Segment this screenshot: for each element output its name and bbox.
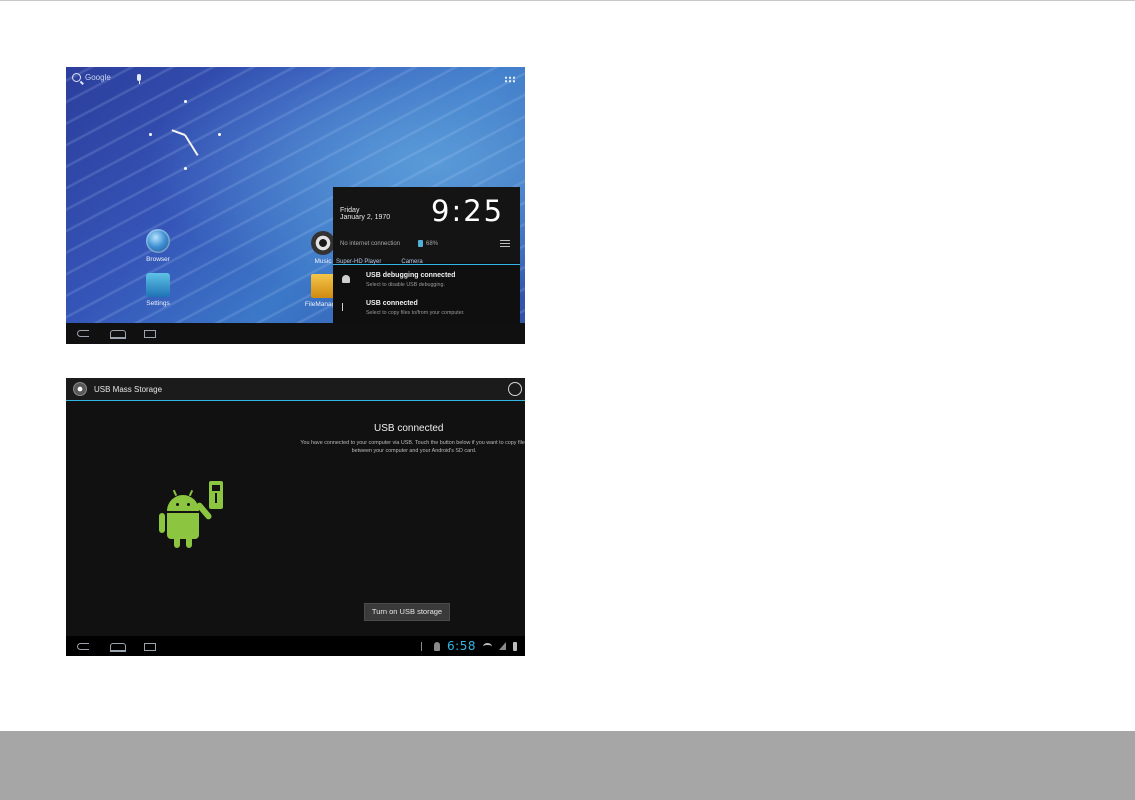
progress-spinner-icon [508,382,522,396]
android-arm [159,513,165,533]
android-debug-icon [434,641,441,651]
notification-subtitle: Select to disable USB debugging. [366,282,445,288]
android-eye [187,503,190,506]
quick-settings-icon[interactable] [500,239,510,248]
analog-clock-widget [149,100,221,172]
notification-time: 9:25 [431,194,505,228]
android-head [167,489,199,511]
notification-date: January 2, 1970 [340,214,391,221]
settings-sliders-icon [146,273,170,297]
recent-apps-icon[interactable] [144,330,156,338]
app-label: Browser [146,256,170,263]
home-screen-screenshot: Google Browser Settings Music FileManage… [66,67,525,344]
app-drawer-icon[interactable] [504,76,515,83]
action-bar: USB Mass Storage [66,378,525,401]
network-status: No internet connection [340,241,401,247]
home-icon[interactable] [109,330,126,339]
recent-apps-icon[interactable] [144,643,156,651]
android-leg [186,538,192,548]
wifi-icon [483,642,492,650]
top-rule [0,0,1135,1]
clock-tick [218,133,221,136]
back-icon[interactable] [77,330,89,337]
notification-header: Friday January 2, 1970 9:25 No internet … [333,187,520,262]
app-browser[interactable]: Browser [133,229,183,263]
partially-hidden-app-labels: Super-HD Player Camera [336,259,423,265]
android-debug-icon [342,275,350,283]
speaker-icon [311,231,335,255]
usb-plug-icon [209,481,223,509]
notification-panel: Friday January 2, 1970 9:25 No internet … [333,187,520,323]
clock-tick [184,167,187,170]
android-eye [176,503,179,506]
battery-level: 68% [426,240,439,247]
globe-icon [146,229,170,253]
usb-icon [421,641,427,651]
usb-connected-heading: USB connected [374,423,444,434]
notification-subtitle: Select to copy files to/from your comput… [366,310,465,316]
status-clock: 6:58 [447,639,476,653]
turn-on-usb-storage-button[interactable]: Turn on USB storage [364,603,450,621]
notification-day: Friday [340,207,360,214]
clock-tick [149,133,152,136]
app-label-super-hd-player: Super-HD Player [336,259,382,265]
battery-icon [418,240,423,247]
home-icon[interactable] [109,643,126,652]
signal-icon [499,642,506,650]
app-label-camera: Camera [401,259,423,265]
search-icon [72,73,81,82]
usb-mass-storage-screenshot: USB Mass Storage USB connected You have … [66,378,525,656]
clock-tick [184,100,187,103]
android-antenna [188,489,193,497]
notification-usb-debugging[interactable]: USB debugging connected Select to disabl… [333,266,520,294]
app-settings[interactable]: Settings [133,273,183,307]
android-antenna [172,489,177,497]
back-icon[interactable] [77,643,89,650]
status-area[interactable]: 6:58 [421,639,517,653]
footer-band [0,731,1135,800]
action-bar-title: USB Mass Storage [94,385,163,394]
usb-icon [342,303,347,311]
usb-storage-app-icon [73,382,87,396]
android-body [167,513,199,539]
navigation-bar [66,323,525,344]
android-leg [174,538,180,548]
notification-usb-connected[interactable]: USB connected Select to copy files to/fr… [333,294,520,322]
microphone-icon[interactable] [137,74,141,84]
battery-status: 68% [418,240,438,247]
android-usb-icon [159,481,229,561]
notification-title: USB connected [366,300,418,307]
usb-connected-description: You have connected to your computer via … [300,440,525,454]
google-search-bar[interactable]: Google [72,73,111,82]
folder-icon [311,274,335,298]
app-label: Settings [146,300,170,307]
notification-title: USB debugging connected [366,272,456,279]
battery-icon [513,641,517,651]
clock-minute-hand [184,134,199,156]
system-bar: 6:58 [66,636,525,656]
search-label: Google [85,73,111,82]
